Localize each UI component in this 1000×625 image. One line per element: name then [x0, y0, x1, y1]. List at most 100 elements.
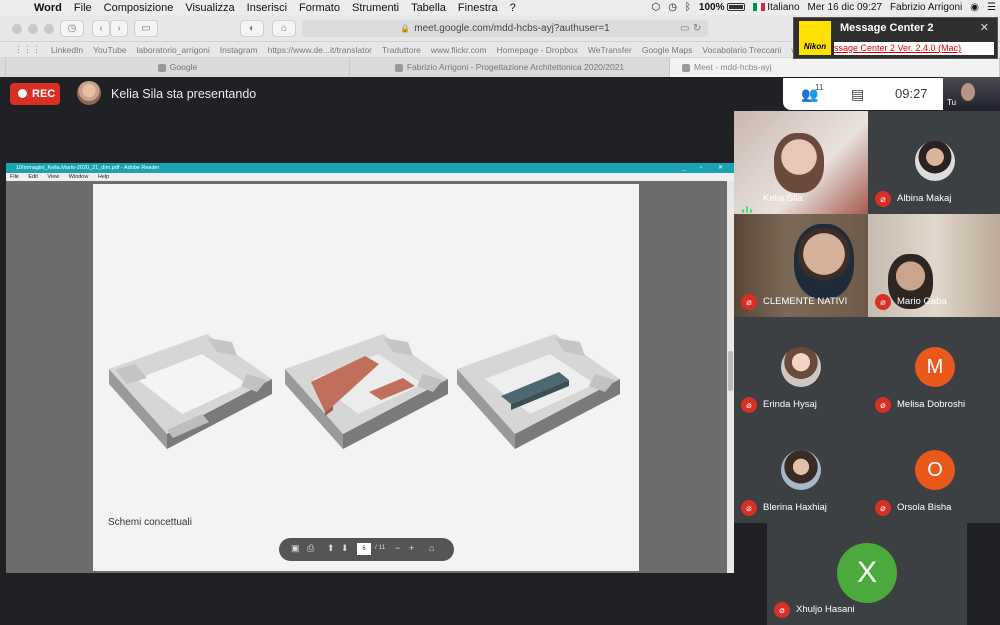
dropbox-icon[interactable]: ⬡: [647, 2, 664, 13]
mac-menu-bar: Word File Composizione Visualizza Inseri…: [0, 0, 1000, 15]
time-machine-icon[interactable]: ◷: [664, 2, 681, 13]
sidebar-icon[interactable]: ▭: [134, 20, 158, 37]
participant-tile-mario[interactable]: ⌀ Mario Gaba: [868, 214, 1000, 317]
menu-app-name[interactable]: Word: [28, 2, 68, 14]
google-icon: [157, 63, 166, 72]
participant-tile-orsola[interactable]: O ⌀ Orsola Bisha: [868, 420, 1000, 523]
battery-percent[interactable]: 100%: [695, 2, 749, 13]
url-text: meet.google.com/mdd-hcbs-ayj?authuser=1: [414, 23, 610, 34]
participant-name: Xhuljo Hasani: [796, 604, 855, 615]
participant-tile-blerina[interactable]: ⌀ Blerina Haxhiaj: [734, 420, 868, 523]
page-number-input[interactable]: 6: [357, 543, 371, 555]
bookmark-item[interactable]: Homepage - Dropbox: [497, 45, 578, 55]
participant-avatar: [781, 347, 821, 387]
user-name[interactable]: Fabrizio Arrigoni: [886, 2, 966, 13]
participant-tile-albina[interactable]: ⌀ Albina Makaj: [868, 111, 1000, 214]
camera-icon[interactable]: ▭: [680, 20, 689, 37]
zoom-in-icon[interactable]: +: [409, 543, 414, 553]
presenter-label: Kelia Sila sta presentando: [111, 87, 257, 101]
bookmark-item[interactable]: laboratorio_arrigoni: [137, 45, 210, 55]
close-icon[interactable]: ✕: [980, 21, 989, 34]
clock[interactable]: Mer 16 dic 09:27: [804, 2, 887, 13]
bookmark-item[interactable]: Google Maps: [642, 45, 693, 55]
minimize-window-button[interactable]: [28, 24, 38, 34]
zoom-out-icon[interactable]: −: [395, 543, 400, 553]
menu-composizione[interactable]: Composizione: [98, 2, 180, 14]
scroll-thumb[interactable]: [728, 351, 733, 391]
reader-menu-edit[interactable]: Edit: [28, 174, 37, 180]
self-view-tile[interactable]: Tu: [943, 77, 1000, 110]
participant-tile-xhuljo[interactable]: X ⌀ Xhuljo Hasani: [767, 523, 967, 625]
maximize-icon[interactable]: ▫: [700, 163, 702, 173]
bookmark-item[interactable]: Traduttore: [382, 45, 421, 55]
participant-initial-avatar: O: [915, 450, 955, 490]
control-center-icon[interactable]: ☰: [983, 2, 1000, 13]
reader-menu-bar: File Edit View Window Help: [6, 173, 734, 181]
participant-tile-kelia[interactable]: Kelia Sila: [734, 111, 868, 214]
bookmarks-grid-icon[interactable]: ⋮⋮⋮: [14, 44, 41, 55]
nikon-version-link[interactable]: ssage Center 2 Ver. 2.4.0 (Mac): [834, 42, 994, 55]
siri-icon[interactable]: ◉: [966, 2, 983, 13]
menu-file[interactable]: File: [68, 2, 98, 14]
menu-formato[interactable]: Formato: [293, 2, 346, 14]
history-icon[interactable]: ◷: [60, 20, 84, 37]
tab-meet[interactable]: Meet - mdd-hcbs-ayj: [670, 58, 1000, 77]
home-icon[interactable]: ⌂: [272, 20, 296, 37]
nikon-message-center: Nikon Message Center 2 ✕ ssage Center 2 …: [793, 17, 998, 59]
close-icon[interactable]: ✕: [718, 163, 723, 173]
menu-help[interactable]: ?: [504, 2, 522, 14]
mic-off-icon: ⌀: [741, 397, 757, 413]
reader-scrollbar[interactable]: [727, 181, 734, 573]
bookmark-item[interactable]: www.flickr.com: [431, 45, 487, 55]
mic-off-icon: ⌀: [875, 397, 891, 413]
bookmark-item[interactable]: https://www.de...it/translator: [268, 45, 372, 55]
participant-tile-erinda[interactable]: ⌀ Erinda Hysaj: [734, 317, 868, 420]
participant-name: Kelia Sila: [763, 193, 803, 204]
recording-badge[interactable]: REC: [10, 83, 60, 105]
bookmark-item[interactable]: LinkedIn: [51, 45, 83, 55]
tab-arrigoni[interactable]: Fabrizio Arrigoni - Progettazione Archit…: [350, 58, 670, 77]
zoom-window-button[interactable]: [44, 24, 54, 34]
mic-off-icon: ⌀: [875, 294, 891, 310]
reader-menu-view[interactable]: View: [47, 174, 59, 180]
print-icon[interactable]: ⎙: [307, 543, 314, 554]
url-bar[interactable]: 🔒 meet.google.com/mdd-hcbs-ayj?authuser=1: [302, 20, 708, 37]
participant-tile-melisa[interactable]: M ⌀ Melisa Dobroshi: [868, 317, 1000, 420]
menu-finestra[interactable]: Finestra: [452, 2, 504, 14]
mic-off-icon: ⌀: [774, 602, 790, 618]
home-page-icon[interactable]: ⌂: [429, 543, 434, 553]
privacy-shield-icon[interactable]: ◐: [240, 20, 264, 37]
participant-name: Melisa Dobroshi: [897, 399, 966, 410]
menu-visualizza[interactable]: Visualizza: [179, 2, 240, 14]
reader-menu-window[interactable]: Window: [69, 174, 89, 180]
nikon-title: Message Center 2: [840, 22, 934, 34]
minimize-icon[interactable]: _: [682, 163, 685, 173]
participant-name: CLEMENTE NATIVI: [763, 296, 848, 307]
save-icon[interactable]: ▣: [291, 543, 300, 554]
language-indicator[interactable]: Italiano: [749, 2, 803, 13]
back-button[interactable]: ‹: [92, 20, 110, 37]
menu-strumenti[interactable]: Strumenti: [346, 2, 405, 14]
tab-google[interactable]: Google: [6, 58, 350, 77]
bluetooth-icon[interactable]: ᛒ: [681, 2, 695, 13]
next-page-icon[interactable]: ⬇: [341, 543, 349, 554]
menu-tabella[interactable]: Tabella: [405, 2, 452, 14]
participant-name: Blerina Haxhiaj: [763, 502, 827, 513]
forward-button[interactable]: ›: [110, 20, 128, 37]
close-window-button[interactable]: [12, 24, 22, 34]
mic-off-icon: ⌀: [875, 500, 891, 516]
reader-menu-file[interactable]: File: [10, 174, 19, 180]
bookmark-item[interactable]: YouTube: [93, 45, 126, 55]
participant-tile-clemente[interactable]: ⌀ CLEMENTE NATIVI: [734, 214, 868, 317]
bookmark-item[interactable]: Vocabolario Treccani: [702, 45, 781, 55]
bookmark-item[interactable]: WeTransfer: [588, 45, 632, 55]
previous-page-icon[interactable]: ⬆: [327, 543, 335, 554]
reader-menu-help[interactable]: Help: [98, 174, 109, 180]
menu-inserisci[interactable]: Inserisci: [241, 2, 293, 14]
bookmark-item[interactable]: Instagram: [220, 45, 258, 55]
concept-diagram-3: [457, 334, 620, 449]
chat-icon[interactable]: ▤: [851, 86, 864, 103]
status-area: ⬡ ◷ ᛒ 100% Italiano Mer 16 dic 09:27 Fab…: [647, 0, 1000, 15]
presenter-avatar: [77, 81, 101, 105]
reload-icon[interactable]: ↻: [693, 20, 701, 37]
